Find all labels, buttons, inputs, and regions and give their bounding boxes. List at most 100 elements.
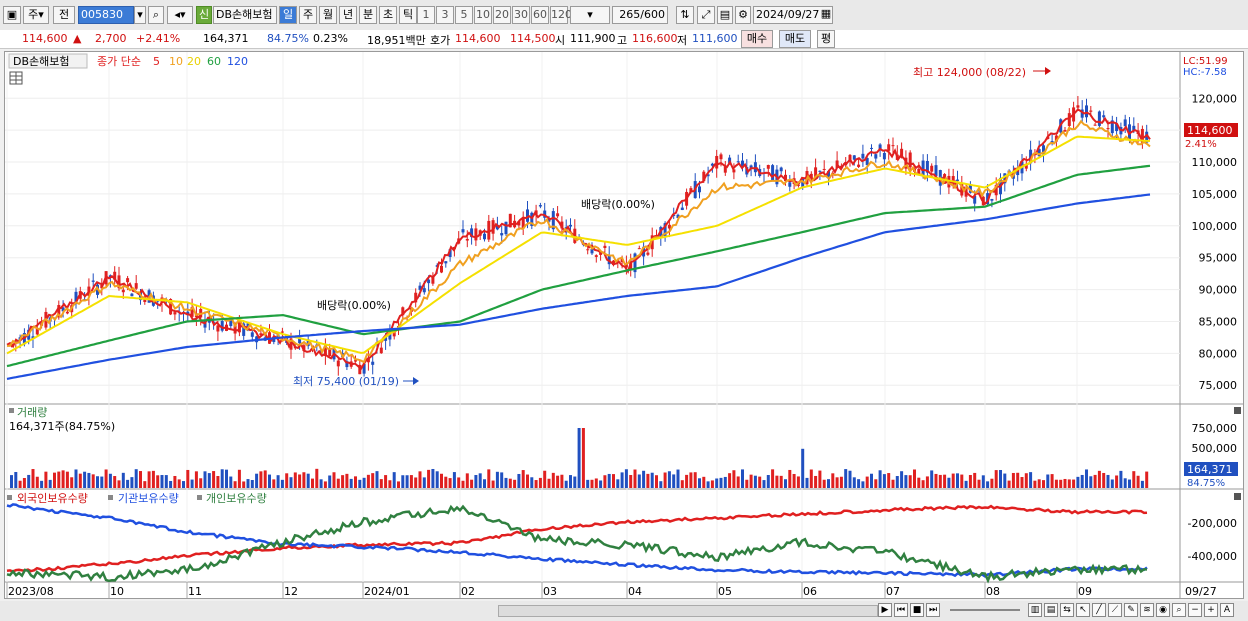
volume-bar [276,475,280,488]
volume-bar [91,474,95,488]
period-tab-6[interactable]: 틱 [399,6,417,24]
candle-body [500,233,504,236]
draw-icon[interactable]: ⤢ [697,6,715,24]
layout-icon[interactable]: ▣ [3,6,21,24]
trend-icon[interactable]: ╱ [1092,603,1106,617]
volume-bar [87,472,91,488]
erase-icon[interactable]: ✎ [1124,603,1138,617]
scroll-right-icon[interactable]: ▶ [878,603,892,617]
speaker-icon[interactable]: ◂▾ [167,6,193,24]
buy-button[interactable]: 매수 [741,30,773,48]
zoom-slider[interactable] [950,609,1020,611]
volume-close-icon[interactable] [1234,407,1241,414]
interval-tab-3[interactable]: 3 [436,6,454,24]
interval-tab-30[interactable]: 30 [512,6,530,24]
code-dropdown-icon[interactable]: ▾ [134,6,146,24]
period-tab-3[interactable]: 년 [339,6,357,24]
volume-bar [814,475,818,488]
legend-ma5: 5 [153,55,160,68]
candle-body [379,347,383,354]
price-tick-label: 90,000 [1199,284,1238,297]
toolbar: ▣ 주▾ 전 005830 ▾ ⌕ ◂▾ 신 DB손해보험 일주월년분초틱 13… [0,0,1248,31]
count-field[interactable]: 265/600 [612,6,668,24]
volume-bar [345,473,349,488]
volume-bar [624,469,628,488]
save-icon[interactable]: ▤ [717,6,733,24]
scroll-start-icon[interactable]: ⏮ [894,603,908,617]
period-tab-1[interactable]: 주 [299,6,317,24]
volume-bar [762,480,766,488]
camera-icon[interactable]: ◉ [1156,603,1170,617]
interval-tab-5[interactable]: 5 [455,6,473,24]
period-tab-0[interactable]: 일 [279,6,297,24]
current-price: 114,600 [22,32,68,45]
volume-bar [491,480,495,488]
chart-area[interactable]: DB손해보험 종가 단순 5 10 20 60 120 최고 124,000 (… [4,51,1244,599]
volume-bar [14,471,18,488]
volume-bar [689,472,693,488]
prev-button[interactable]: 전 [53,6,75,24]
volume-bar [199,478,203,488]
volume-bar [100,476,104,488]
volume-tick-label: 500,000 [1192,442,1238,455]
candle-body [882,152,886,160]
play-icon[interactable]: ⏭ [926,603,940,617]
window-icon[interactable]: ▤ [1044,603,1058,617]
market-select[interactable]: 주▾ [23,6,49,24]
lc-value: LC:51.99 [1183,56,1228,67]
compare-icon[interactable]: ⇆ [1060,603,1074,617]
candle-body [818,170,822,172]
volume-bar [917,477,921,488]
search-icon[interactable]: ⌕ [148,6,164,24]
volume-bar [272,479,276,488]
layout-icon-2[interactable]: ▥ [1028,603,1042,617]
gear-icon[interactable]: ⚙ [735,6,751,24]
interval-tab-20[interactable]: 20 [493,6,511,24]
volume-bar [1033,480,1037,488]
eval-button[interactable]: 평 [817,30,835,48]
volume-bar [336,478,340,488]
volume-bar [126,479,130,488]
calendar-icon[interactable]: ▦ [819,6,833,24]
legend-retail: 개인보유수량 [206,492,267,505]
volume-bar [48,479,52,488]
interval-dropdown[interactable]: ▾ [570,6,610,24]
stock-code-input[interactable]: 005830 [78,6,134,24]
zoom-out-icon[interactable]: − [1188,603,1202,617]
volume-bar [259,471,263,488]
text-icon[interactable]: A [1220,603,1234,617]
candle-body [250,332,254,337]
hc-value: HC:-7.58 [1183,67,1227,78]
interval-tab-10[interactable]: 10 [474,6,492,24]
x-tick-label: 2023/08 [8,585,54,598]
volume-bar [573,476,577,488]
volume-bar [1063,478,1067,488]
fibonacci-icon[interactable]: ≋ [1140,603,1154,617]
zoom-in-icon[interactable]: + [1204,603,1218,617]
sell-button[interactable]: 매도 [779,30,811,48]
volume-bar [160,475,164,488]
stop-icon[interactable]: ■ [910,603,924,617]
volume-bar [543,470,547,488]
volume-bar [108,473,112,488]
period-tab-5[interactable]: 초 [379,6,397,24]
volume-bar [117,480,121,488]
split-icon[interactable]: ⇅ [676,6,694,24]
volume-bar [891,479,895,488]
volume-bar [465,473,469,488]
ruler-icon[interactable]: ⟋ [1108,603,1122,617]
candle-body [698,186,701,193]
interval-tab-1[interactable]: 1 [417,6,435,24]
pointer-icon[interactable]: ↖ [1076,603,1090,617]
volume-bar [40,480,44,488]
holding-close-icon[interactable] [1234,493,1241,500]
interval-tab-120[interactable]: 120 [550,6,572,24]
period-tab-2[interactable]: 월 [319,6,337,24]
scrollbar-track[interactable] [498,605,878,617]
period-tab-4[interactable]: 분 [359,6,377,24]
magnify-icon[interactable]: ⌕ [1172,603,1186,617]
volume-bar [409,475,413,488]
volume-bar [642,470,646,488]
volume-bar [96,476,99,488]
interval-tab-60[interactable]: 60 [531,6,549,24]
